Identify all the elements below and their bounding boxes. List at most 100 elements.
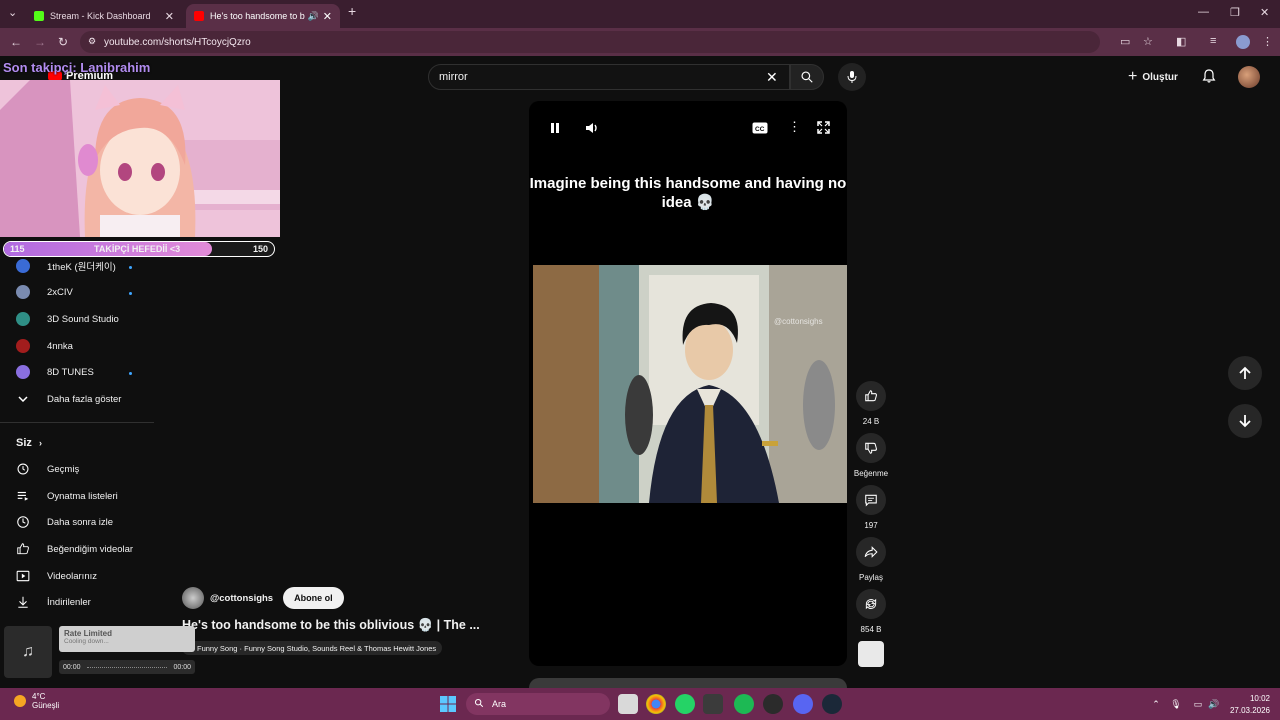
- music-note-icon: ♫: [4, 626, 52, 678]
- tab-audio-icon[interactable]: 🔊: [308, 11, 319, 22]
- search-input[interactable]: mirror: [428, 64, 790, 90]
- share-button[interactable]: [856, 537, 886, 567]
- spotify-icon[interactable]: [734, 694, 754, 714]
- subscribe-button[interactable]: Abone ol: [283, 587, 344, 609]
- remix-action[interactable]: 854 B: [856, 589, 886, 634]
- media-control-icon[interactable]: ≡: [1210, 35, 1216, 47]
- bookmark-star-icon[interactable]: ☆: [1143, 35, 1153, 48]
- address-bar[interactable]: ⚙ youtube.com/shorts/HTcoycjQzro: [80, 31, 1100, 53]
- music-chip[interactable]: Funny Song · Funny Song Studio, Sounds R…: [182, 641, 443, 655]
- you-header-label: Siz: [16, 437, 32, 449]
- sidebar-item-channel[interactable]: 4nnka: [16, 336, 73, 356]
- chrome-icon[interactable]: [646, 694, 666, 714]
- chevron-up-icon[interactable]: ⌃: [1146, 694, 1166, 714]
- microphone-icon[interactable]: 🎙: [1166, 694, 1186, 714]
- extensions-icon[interactable]: ◧: [1176, 35, 1186, 48]
- channel-avatar: [16, 339, 30, 353]
- voice-search-button[interactable]: [838, 63, 866, 91]
- remix-icon: [864, 597, 878, 611]
- windows-start-icon[interactable]: [438, 694, 458, 714]
- taskbar-search[interactable]: Ara: [466, 693, 610, 715]
- comment-icon: [864, 493, 878, 507]
- url-text: youtube.com/shorts/HTcoycjQzro: [104, 36, 251, 48]
- sidebar-item-channel[interactable]: 3D Sound Studio: [16, 309, 119, 329]
- sidebar-item-history[interactable]: Geçmiş: [16, 459, 79, 479]
- back-arrow-icon[interactable]: ←: [10, 35, 22, 49]
- maximize-button[interactable]: ❐: [1230, 6, 1240, 19]
- weather-widget[interactable]: 4°C Güneşli: [14, 692, 59, 710]
- sidebar-item-label: Geçmiş: [47, 463, 80, 475]
- tab-youtube-short[interactable]: He's too handsome to be t 🔊 ✕: [186, 4, 340, 28]
- sidebar-item-channel[interactable]: 1theK (원더케이): [16, 256, 116, 276]
- sidebar-item-channel[interactable]: 2xCIV: [16, 282, 73, 302]
- tab-close-icon[interactable]: ✕: [165, 10, 174, 23]
- channel-avatar[interactable]: [182, 587, 204, 609]
- anime-streamer-illustration: [0, 80, 280, 237]
- share-action[interactable]: Paylaş: [856, 537, 886, 582]
- sidebar-item-channel[interactable]: 8D TUNES: [16, 362, 94, 382]
- like-action[interactable]: 24 B: [856, 381, 886, 426]
- file-explorer-icon[interactable]: [618, 694, 638, 714]
- channel-handle[interactable]: @cottonsighs: [210, 593, 273, 604]
- clear-search-icon[interactable]: ✕: [766, 69, 778, 86]
- plus-icon: +: [1128, 68, 1138, 85]
- previous-short-button[interactable]: [1228, 356, 1262, 390]
- profile-avatar-icon[interactable]: [1236, 35, 1250, 49]
- kick-favicon-icon: [34, 11, 44, 21]
- windows-taskbar: 4°C Güneşli Ara ⌃ 🎙 ▭ 🔊 10:02 27.03.2026: [0, 688, 1280, 720]
- cast-icon[interactable]: ▭: [1120, 35, 1130, 48]
- temperature: 4°C: [32, 692, 46, 701]
- account-avatar[interactable]: [1238, 66, 1260, 88]
- steam-icon[interactable]: [822, 694, 842, 714]
- sidebar-item-playlists[interactable]: Oynatma listeleri: [16, 486, 118, 506]
- sun-icon: [14, 695, 26, 707]
- more-options-icon[interactable]: ⋮: [788, 119, 801, 135]
- whatsapp-icon[interactable]: [675, 694, 695, 714]
- dislike-action[interactable]: Beğenme: [854, 433, 888, 478]
- sidebar-item-liked-videos[interactable]: Beğendiğim videolar: [16, 539, 133, 559]
- tab-search-icon[interactable]: ⌄: [8, 6, 17, 19]
- next-short-preview[interactable]: [529, 678, 847, 688]
- short-title[interactable]: He's too handsome to be this oblivious 💀…: [182, 618, 480, 633]
- menu-kebab-icon[interactable]: ⋮: [1262, 35, 1273, 48]
- pause-icon[interactable]: [549, 121, 561, 139]
- new-tab-button[interactable]: +: [348, 3, 356, 19]
- sidebar-item-downloads[interactable]: İndirilenler: [16, 592, 91, 612]
- next-short-button[interactable]: [1228, 404, 1262, 438]
- notifications-bell-icon[interactable]: [1201, 68, 1217, 84]
- browser-toolbar: ← → ↻ ⚙ youtube.com/shorts/HTcoycjQzro ▭…: [0, 28, 1280, 56]
- speaker-icon[interactable]: 🔊: [1204, 694, 1224, 714]
- dislike-button[interactable]: [856, 433, 886, 463]
- volume-icon[interactable]: [585, 121, 599, 139]
- search-icon: [800, 70, 814, 84]
- site-info-icon[interactable]: ⚙: [88, 36, 96, 47]
- close-window-button[interactable]: ✕: [1260, 6, 1269, 19]
- show-more-button[interactable]: Daha fazla göster: [16, 389, 121, 409]
- sidebar-item-watch-later[interactable]: Daha sonra izle: [16, 512, 113, 532]
- music-widget-overlay: ♫ Rate Limited Cooling down... 00:00 00:…: [0, 626, 196, 682]
- captions-icon[interactable]: CC: [752, 121, 768, 139]
- reload-icon[interactable]: ↻: [58, 35, 68, 49]
- tab-close-icon[interactable]: ✕: [323, 10, 332, 23]
- comments-action[interactable]: 197: [856, 485, 886, 530]
- minimize-button[interactable]: —: [1198, 6, 1209, 18]
- system-clock[interactable]: 10:02 27.03.2026: [1224, 693, 1270, 717]
- discord-icon[interactable]: [793, 694, 813, 714]
- obs-icon[interactable]: [763, 694, 783, 714]
- search-button[interactable]: [790, 64, 824, 90]
- tab-kick-dashboard[interactable]: Stream - Kick Dashboard ✕: [26, 4, 182, 28]
- channel-name: 4nnka: [47, 340, 73, 352]
- fullscreen-icon[interactable]: [817, 121, 830, 139]
- comments-button[interactable]: [856, 485, 886, 515]
- remix-button[interactable]: [856, 589, 886, 619]
- create-button[interactable]: + Oluştur: [1128, 66, 1178, 88]
- snipping-tool-icon[interactable]: [703, 694, 723, 714]
- sidebar-item-your-videos[interactable]: Videolarınız: [16, 566, 97, 586]
- shorts-player[interactable]: CC ⋮ Imagine being this handsome and hav…: [529, 101, 847, 666]
- follower-goal-label: TAKİPÇİ HEFEDİİ <3: [94, 244, 181, 254]
- forward-arrow-icon[interactable]: →: [34, 35, 46, 49]
- you-section-header[interactable]: Siz ›: [16, 437, 42, 449]
- sound-thumbnail[interactable]: [858, 641, 884, 667]
- like-button[interactable]: [856, 381, 886, 411]
- short-caption-text: Imagine being this handsome and having n…: [529, 175, 847, 211]
